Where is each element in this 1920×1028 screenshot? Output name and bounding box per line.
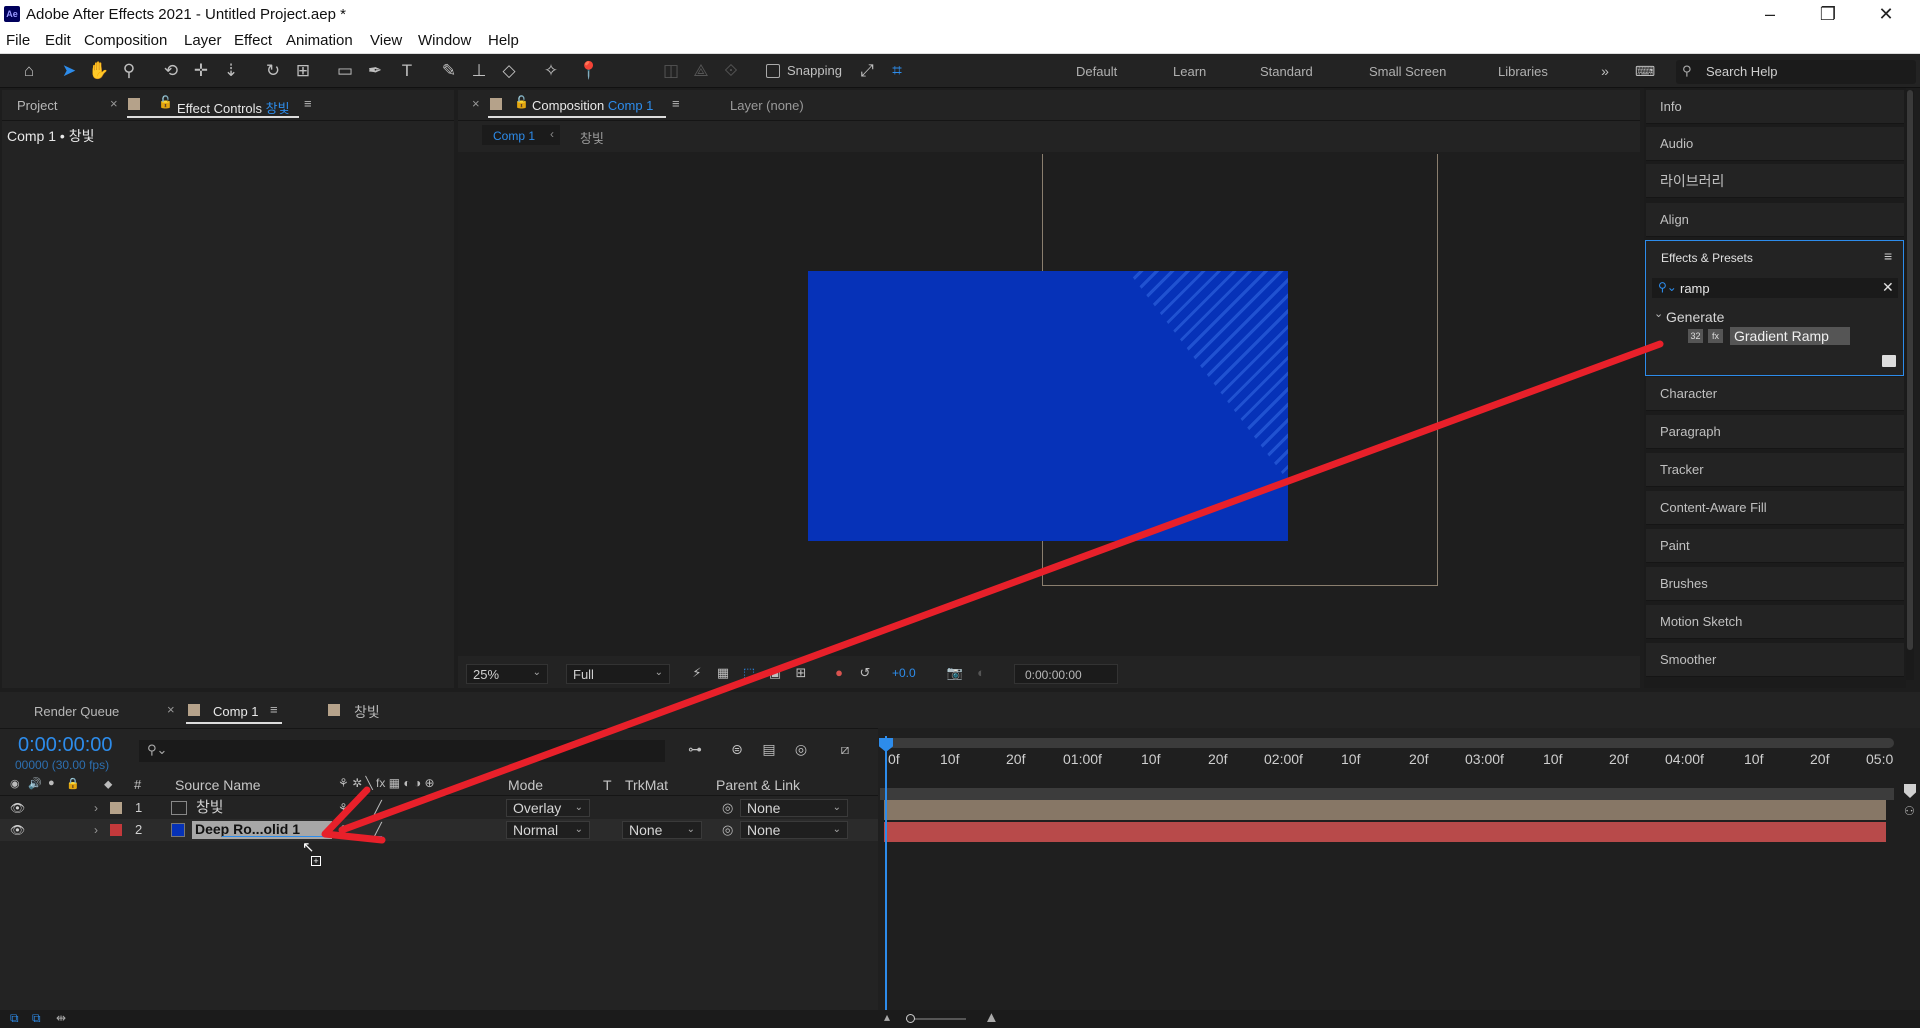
arrow-shaft	[338, 340, 1664, 834]
drag-annotation-arrow	[321, 340, 1664, 844]
